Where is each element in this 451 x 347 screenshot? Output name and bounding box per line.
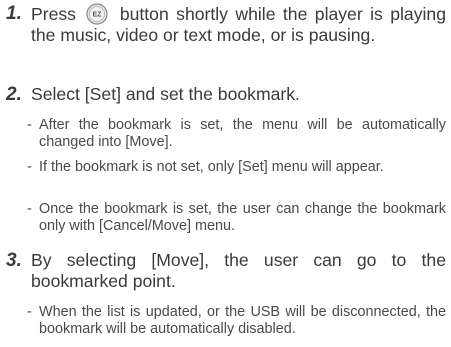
step-text-before-icon: Press (31, 4, 76, 24)
bullet-text: After the bookmark is set, the menu will… (39, 117, 446, 150)
step-number: 3. (6, 250, 22, 271)
step-1: 1. Press EZ button shortly while the pla… (6, 3, 446, 46)
step-text: By selecting [Move], the user can go to … (31, 250, 446, 291)
step-text: Press EZ button shortly while the player… (31, 3, 446, 46)
bullet-text: Once the bookmark is set, the user can c… (39, 201, 446, 234)
svg-text:EZ: EZ (93, 12, 103, 19)
bullet-text: If the bookmark is not set, only [Set] m… (39, 159, 384, 175)
step-text: Select [Set] and set the bookmark. (31, 84, 300, 104)
bullet-dash: - (27, 117, 32, 133)
bullet-dash: - (27, 201, 32, 217)
bullet-item: - Once the bookmark is set, the user can… (27, 201, 446, 235)
bullet-item: - If the bookmark is not set, only [Set]… (27, 159, 446, 176)
step-number: 1. (6, 3, 22, 24)
bullet-dash: - (27, 159, 32, 175)
bullet-text: When the list is updated, or the USB wil… (39, 304, 446, 337)
ez-button-icon: EZ (86, 3, 109, 25)
bullet-dash: - (27, 304, 32, 320)
step-number: 2. (6, 84, 22, 105)
manual-page: 1. Press EZ button shortly while the pla… (0, 0, 451, 347)
step-2: 2. Select [Set] and set the bookmark. (6, 84, 446, 105)
step-3: 3. By selecting [Move], the user can go … (6, 250, 446, 291)
bullet-item: - After the bookmark is set, the menu wi… (27, 117, 446, 151)
bullet-item: - When the list is updated, or the USB w… (27, 304, 446, 338)
